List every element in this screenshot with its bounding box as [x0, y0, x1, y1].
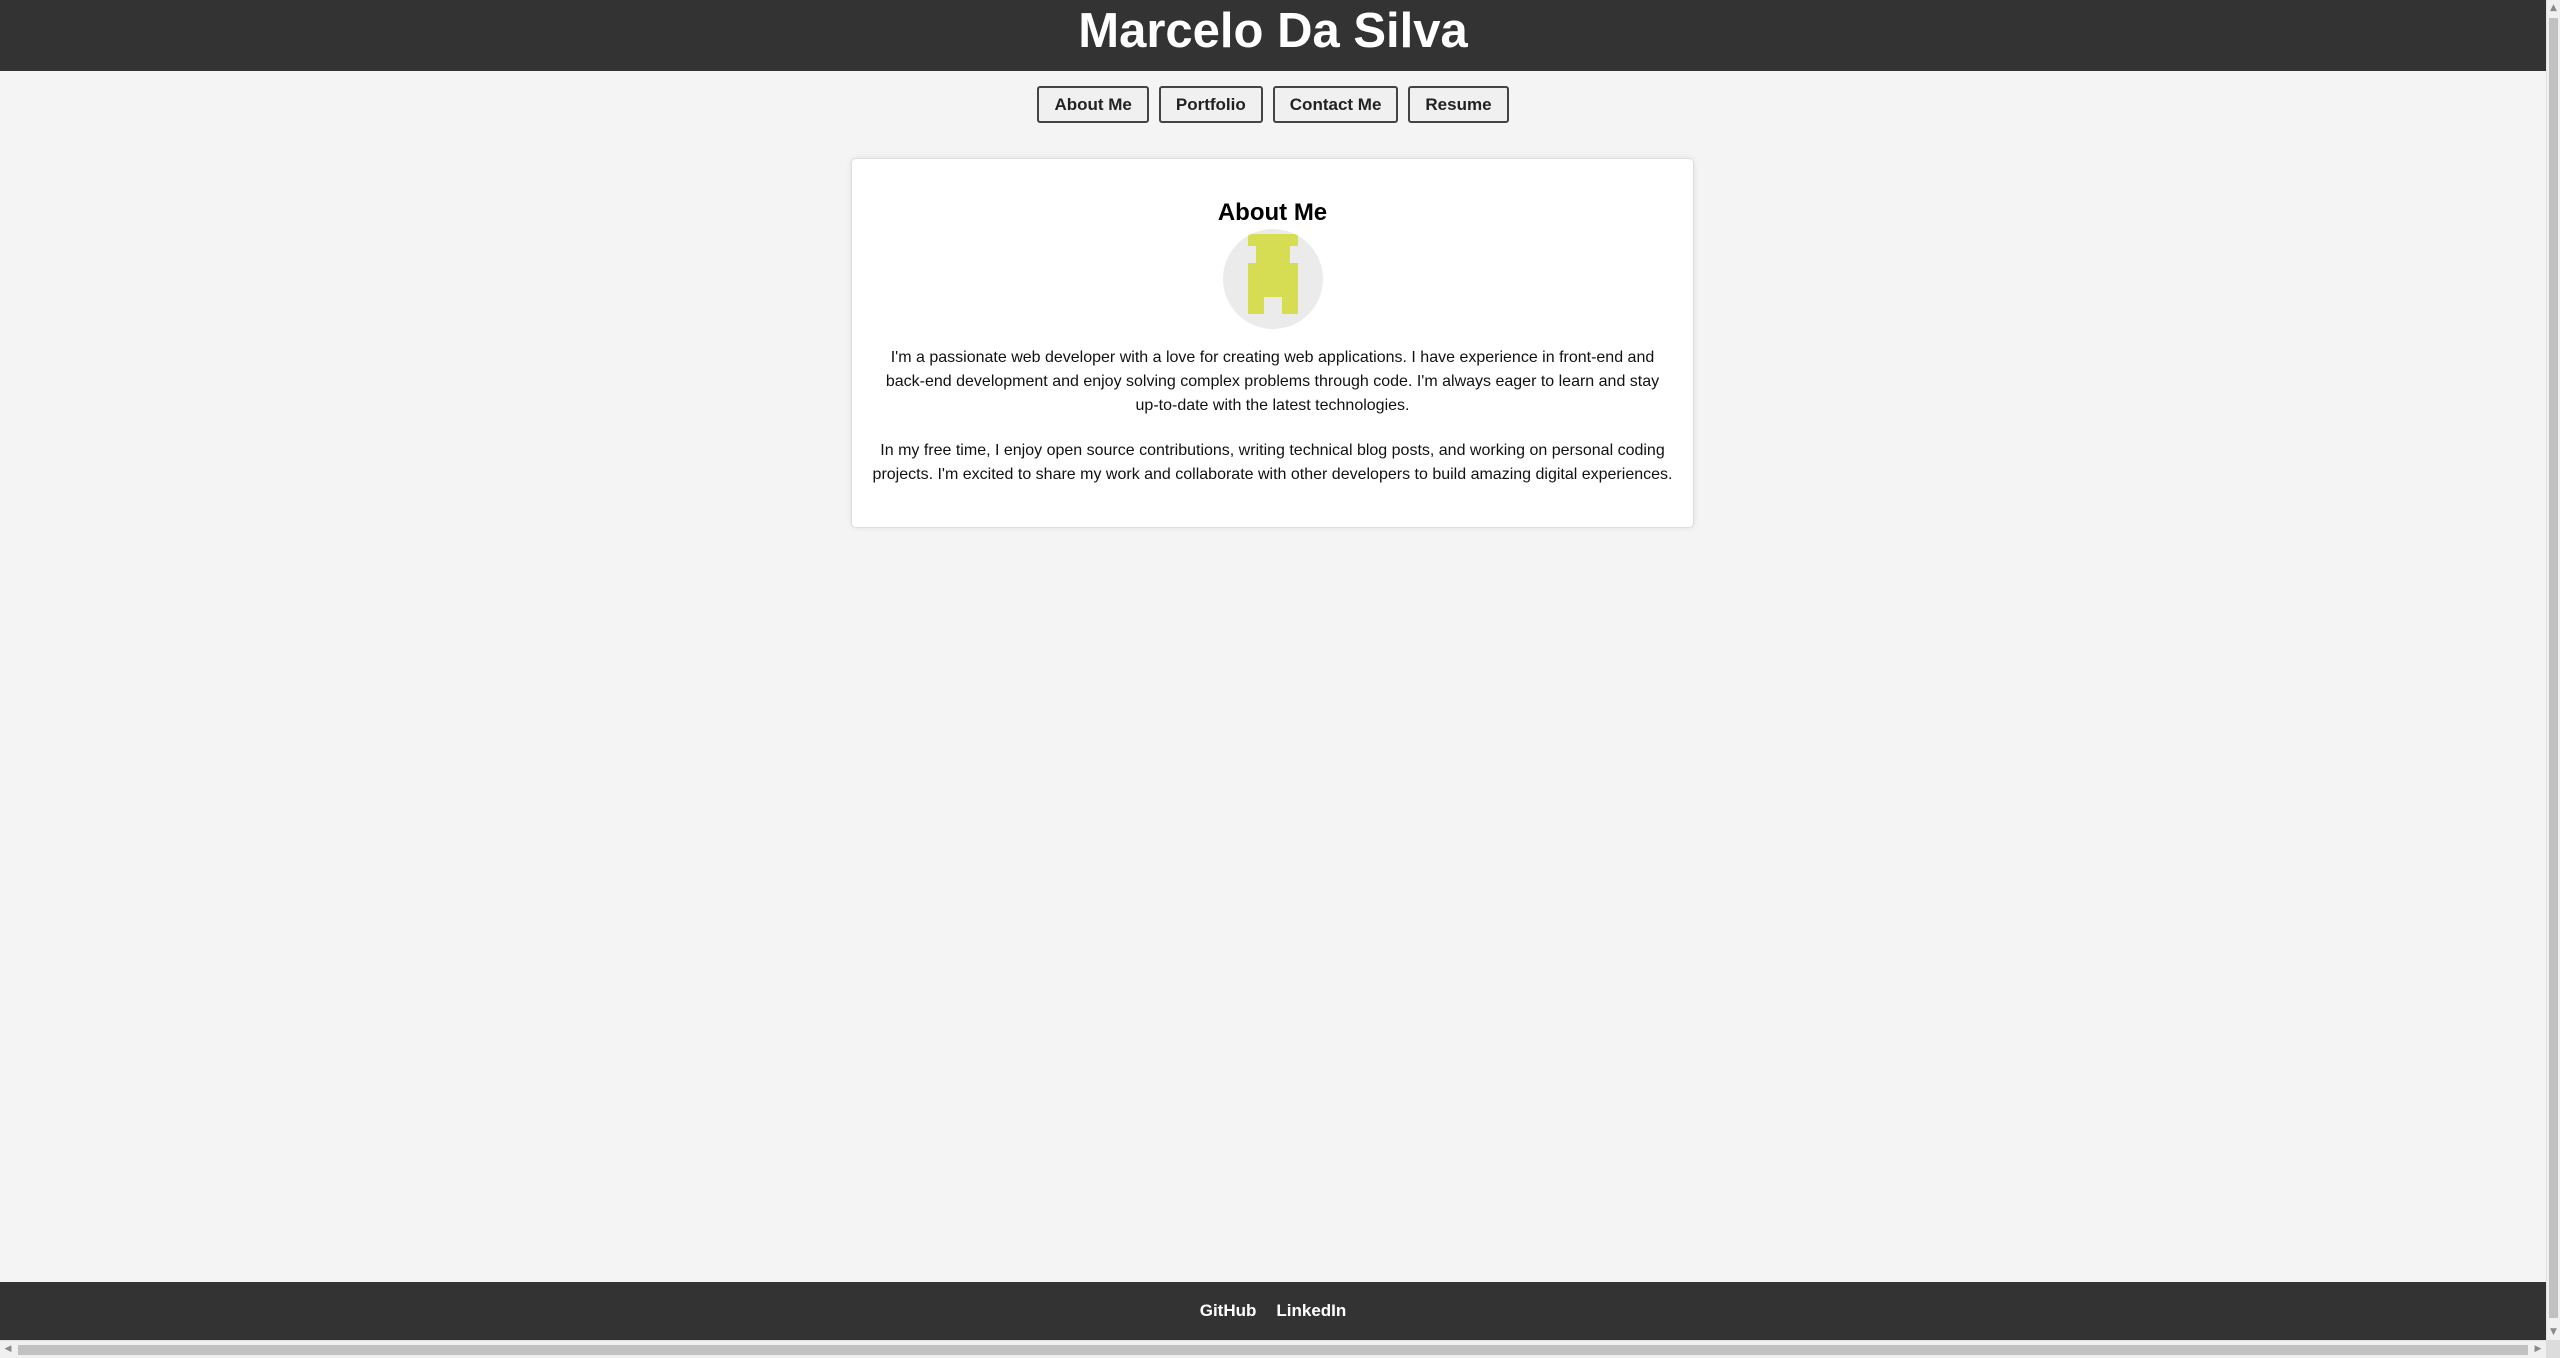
nav-contact-me-button[interactable]: Contact Me: [1272, 86, 1399, 123]
horizontal-scroll-thumb[interactable]: [18, 1345, 2528, 1355]
about-me-card: About Me I'm a passionate web developer …: [851, 158, 1694, 528]
nav-about-me-button[interactable]: About Me: [1037, 86, 1149, 123]
scrollbar-corner: [2546, 1340, 2560, 1358]
scroll-left-arrow-icon[interactable]: ◀: [0, 1341, 16, 1358]
scroll-up-arrow-icon[interactable]: ▲: [2547, 0, 2560, 16]
main-nav: About Me Portfolio Contact Me Resume: [0, 86, 2546, 124]
site-footer: GitHub LinkedIn: [0, 1282, 2546, 1340]
about-me-heading: About Me: [1217, 199, 1328, 226]
linkedin-link[interactable]: LinkedIn: [1276, 1301, 1346, 1321]
about-paragraph-2: In my free time, I enjoy open source con…: [872, 442, 1673, 483]
github-link[interactable]: GitHub: [1200, 1301, 1257, 1321]
profile-avatar: [1223, 229, 1323, 329]
nav-resume-button[interactable]: Resume: [1408, 86, 1509, 123]
identicon-avatar-icon: [1248, 234, 1298, 314]
site-header: Marcelo Da Silva: [0, 0, 2546, 71]
vertical-scrollbar[interactable]: ▲ ▼: [2546, 0, 2560, 1340]
site-title: Marcelo Da Silva: [1078, 4, 1468, 58]
about-paragraph-1: I'm a passionate web developer with a lo…: [885, 349, 1660, 414]
nav-portfolio-button[interactable]: Portfolio: [1158, 86, 1263, 123]
scroll-right-arrow-icon[interactable]: ▶: [2530, 1341, 2546, 1358]
page: Marcelo Da Silva About Me Portfolio Cont…: [0, 0, 2560, 1358]
vertical-scroll-thumb[interactable]: [2549, 18, 2558, 1318]
scroll-down-arrow-icon[interactable]: ▼: [2547, 1324, 2560, 1340]
horizontal-scrollbar[interactable]: ◀ ▶: [0, 1340, 2546, 1358]
